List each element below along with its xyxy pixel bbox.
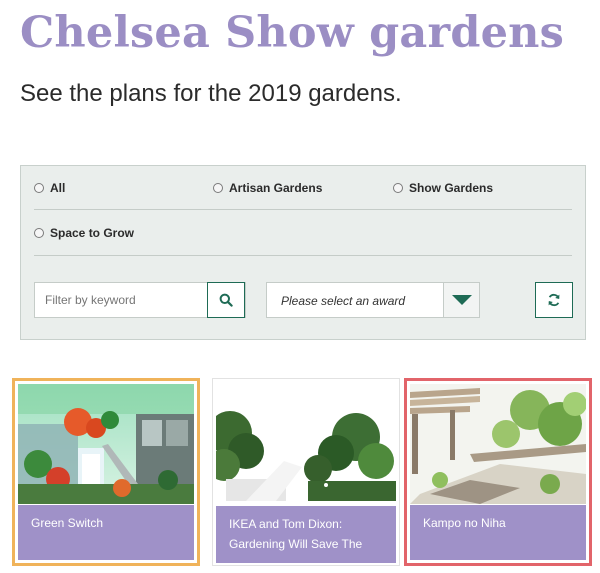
radio-space-to-grow[interactable]: Space to Grow bbox=[34, 226, 134, 240]
radio-circle[interactable] bbox=[213, 183, 223, 193]
search-input[interactable] bbox=[35, 283, 209, 317]
radio-label: Space to Grow bbox=[50, 226, 135, 240]
award-select-toggle[interactable] bbox=[443, 283, 479, 317]
page-subtitle: See the plans for the 2019 gardens. bbox=[20, 80, 402, 107]
refresh-button[interactable] bbox=[535, 282, 573, 318]
triangle-down-icon bbox=[451, 295, 472, 305]
garden-image bbox=[410, 384, 586, 504]
refresh-icon bbox=[548, 293, 560, 307]
radio-row: Space to Grow bbox=[34, 210, 572, 256]
search-button[interactable] bbox=[207, 282, 245, 318]
radio-label: All bbox=[50, 181, 66, 195]
garden-image bbox=[216, 381, 396, 501]
garden-card-kampo-no-niha[interactable]: Kampo no Niha bbox=[404, 378, 592, 566]
page-title: Chelsea Show gardens bbox=[20, 8, 565, 58]
radio-label: Show Gardens bbox=[409, 181, 494, 195]
radio-circle[interactable] bbox=[34, 228, 44, 238]
garden-card-ikea-tom-dixon[interactable]: IKEA and Tom Dixon: Gardening Will Save … bbox=[212, 378, 400, 566]
radio-artisan-gardens[interactable]: Artisan Gardens bbox=[213, 181, 322, 195]
radio-row: All Artisan Gardens Show Gardens bbox=[34, 166, 572, 210]
award-select-placeholder: Please select an award bbox=[281, 294, 406, 308]
garden-card-title: Green Switch bbox=[18, 505, 194, 560]
garden-card-green-switch[interactable]: Green Switch bbox=[12, 378, 200, 566]
garden-image bbox=[18, 384, 194, 504]
garden-card-title: IKEA and Tom Dixon: Gardening Will Save … bbox=[216, 506, 396, 563]
filter-panel: All Artisan Gardens Show Gardens Space t… bbox=[20, 165, 586, 340]
garden-card-title: Kampo no Niha bbox=[410, 505, 586, 560]
award-select[interactable]: Please select an award bbox=[266, 282, 480, 318]
radio-show-gardens[interactable]: Show Gardens bbox=[393, 181, 493, 195]
radio-circle[interactable] bbox=[393, 183, 403, 193]
search-icon bbox=[219, 293, 233, 307]
radio-label: Artisan Gardens bbox=[229, 181, 323, 195]
radio-circle[interactable] bbox=[34, 183, 44, 193]
radio-all[interactable]: All bbox=[34, 181, 65, 195]
search-box bbox=[34, 282, 246, 318]
